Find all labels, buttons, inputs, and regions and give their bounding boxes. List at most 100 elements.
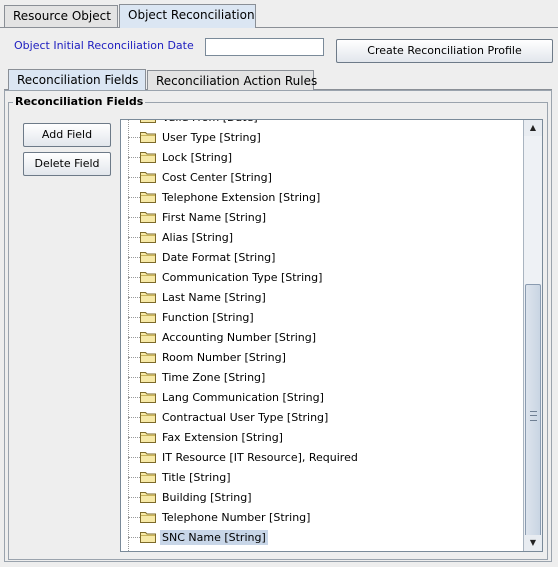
folder-icon [140, 120, 156, 123]
tree-connector-line [128, 357, 140, 358]
add-field-button[interactable]: Add Field [23, 123, 111, 147]
tree-connector-line [128, 537, 140, 538]
folder-icon [140, 532, 156, 543]
tree-item[interactable]: Lock [String] [121, 148, 521, 168]
tree-item[interactable]: Last Name [String] [121, 288, 521, 308]
tree-connector-line [128, 137, 140, 138]
tree-item[interactable]: Telephone Number [String] [121, 508, 521, 528]
tree-item-label: IT Resource [IT Resource], Required [162, 451, 358, 464]
group-title: Reconciliation Fields [13, 95, 146, 108]
tree-item[interactable]: Telephone Extension [String] [121, 188, 521, 208]
tree-item[interactable]: Building [String] [121, 488, 521, 508]
tree-item-label: Time Zone [String] [162, 371, 266, 384]
tree-item[interactable]: Title [String] [121, 468, 521, 488]
tree-item-label: Cost Center [String] [162, 171, 272, 184]
tree-item-label: Function [String] [162, 311, 254, 324]
tree-item-label: Last Name [String] [162, 291, 266, 304]
folder-icon [140, 232, 156, 243]
folder-icon [140, 512, 156, 523]
tree-item[interactable]: Room Number [String] [121, 348, 521, 368]
delete-field-button[interactable]: Delete Field [23, 152, 111, 176]
object-initial-reconciliation-date-label: Object Initial Reconciliation Date [14, 39, 194, 52]
tree-item[interactable]: Contractual User Type [String] [121, 408, 521, 428]
tree-item[interactable]: Valid From [Date] [121, 120, 521, 128]
tree-item-label: First Name [String] [162, 211, 267, 224]
tree-item-label: Telephone Extension [String] [162, 191, 321, 204]
tree-item[interactable]: Lang Communication [String] [121, 388, 521, 408]
tree-item[interactable]: Communication Type [String] [121, 268, 521, 288]
folder-icon [140, 432, 156, 443]
tree-item[interactable]: Alias [String] [121, 228, 521, 248]
tree-item[interactable]: Accounting Number [String] [121, 328, 521, 348]
folder-icon [140, 312, 156, 323]
tree-item[interactable]: Function [String] [121, 308, 521, 328]
create-reconciliation-profile-button[interactable]: Create Reconciliation Profile [336, 39, 553, 63]
tree-connector-line [128, 197, 140, 198]
tree-connector-line [128, 257, 140, 258]
tree-connector-line [128, 317, 140, 318]
folder-icon [140, 472, 156, 483]
folder-icon [140, 192, 156, 203]
tree-item-label: Fax Extension [String] [162, 431, 283, 444]
tree-connector-line [128, 417, 140, 418]
tree-connector-line [128, 397, 140, 398]
tree-item-label: Room Number [String] [162, 351, 286, 364]
tree-item[interactable]: IT Resource [IT Resource], Required [121, 448, 521, 468]
tree-item-label: SNC Name [String] [160, 530, 268, 545]
tree-item-label: Valid From [Date] [160, 120, 260, 125]
folder-icon [140, 132, 156, 143]
tree-item-label: Telephone Number [String] [162, 511, 311, 524]
tab-reconciliation-fields[interactable]: Reconciliation Fields [8, 69, 146, 90]
folder-icon [140, 412, 156, 423]
folder-icon [140, 212, 156, 223]
scrollbar-thumb[interactable] [525, 284, 541, 550]
tree-item[interactable]: Time Zone [String] [121, 368, 521, 388]
tree-connector-line [128, 297, 140, 298]
tree-item-label: Accounting Number [String] [162, 331, 317, 344]
tree-item[interactable]: Date Format [String] [121, 248, 521, 268]
vertical-scrollbar[interactable]: ▲ ▼ [523, 120, 542, 551]
scrollbar-grip-icon [530, 411, 537, 421]
tree-item-label: Communication Type [String] [162, 271, 323, 284]
tree-item-label: Alias [String] [162, 231, 234, 244]
scroll-up-arrow-icon[interactable]: ▲ [524, 120, 542, 136]
folder-icon [140, 332, 156, 343]
tree-item-label: Lock [String] [162, 151, 232, 164]
tree-item-label: User Type [String] [162, 131, 261, 144]
tree-connector-line [128, 377, 140, 378]
folder-icon [140, 172, 156, 183]
tree-item-label: Contractual User Type [String] [162, 411, 329, 424]
tree-item[interactable]: Fax Extension [String] [121, 428, 521, 448]
tree-connector-line [128, 497, 140, 498]
folder-icon [140, 452, 156, 463]
tree-item-label: Building [String] [162, 491, 252, 504]
tab-object-reconciliation[interactable]: Object Reconciliation [119, 4, 256, 28]
folder-icon [140, 352, 156, 363]
tree-connector-line [128, 337, 140, 338]
tree-connector-line [128, 477, 140, 478]
folder-icon [140, 492, 156, 503]
tree-item[interactable]: Cost Center [String] [121, 168, 521, 188]
object-initial-reconciliation-date-input[interactable] [205, 38, 324, 56]
tab-reconciliation-action-rules[interactable]: Reconciliation Action Rules [147, 70, 317, 90]
sub-tab-strip: Reconciliation Fields Reconciliation Act… [4, 69, 552, 90]
main-tab-strip: Resource Object Object Reconciliation [0, 0, 558, 28]
tree-connector-line [128, 237, 140, 238]
scroll-down-arrow-icon[interactable]: ▼ [524, 535, 542, 551]
tree-connector-line [128, 517, 140, 518]
folder-icon [140, 152, 156, 163]
folder-icon [140, 392, 156, 403]
tree-list: Valid From [Date] User Type [String] Lock … [121, 120, 521, 548]
tree-item[interactable]: First Name [String] [121, 208, 521, 228]
tree-connector-line [128, 437, 140, 438]
folder-icon [140, 292, 156, 303]
tree-connector-line [128, 217, 140, 218]
tree-item-label: Date Format [String] [162, 251, 276, 264]
tab-resource-object[interactable]: Resource Object [4, 5, 118, 27]
folder-icon [140, 272, 156, 283]
reconciliation-fields-tree[interactable]: Valid From [Date] User Type [String] Lock … [120, 119, 543, 552]
tree-connector-line [128, 177, 140, 178]
tree-item[interactable]: User Type [String] [121, 128, 521, 148]
folder-icon [140, 252, 156, 263]
tree-item[interactable]: SNC Name [String] [121, 528, 521, 548]
